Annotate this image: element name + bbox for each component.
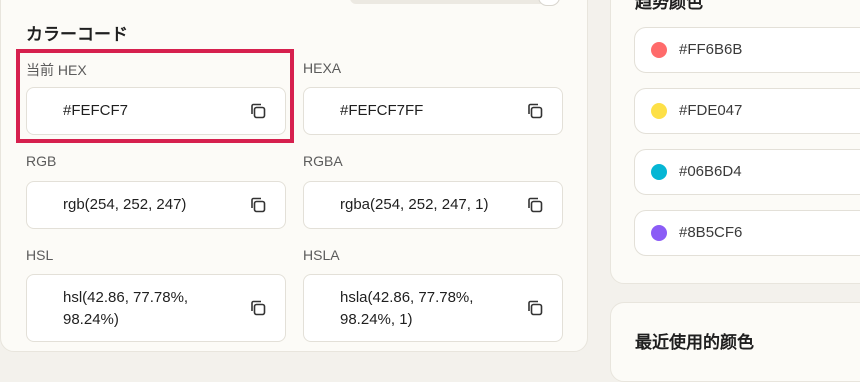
trending-swatch[interactable]: #FF6B6B — [634, 27, 860, 73]
hsla-value-line1: hsla(42.86, 77.78%, — [340, 289, 474, 306]
copy-icon[interactable] — [249, 196, 267, 214]
color-dot — [651, 164, 667, 180]
copy-icon[interactable] — [526, 102, 544, 120]
hsla-field[interactable]: hsla(42.86, 77.78%, 98.24%, 1) — [303, 274, 563, 342]
trending-swatch[interactable]: #06B6D4 — [634, 149, 860, 195]
hsl-label: HSL — [26, 247, 54, 263]
trending-swatch[interactable]: #8B5CF6 — [634, 210, 860, 256]
color-dot — [651, 42, 667, 58]
swatch-hex: #FF6B6B — [679, 41, 743, 58]
rgb-field[interactable]: rgb(254, 252, 247) — [26, 181, 286, 229]
section-title: カラーコード — [26, 25, 128, 44]
hexa-value: #FEFCF7FF — [340, 102, 424, 119]
color-dot — [651, 225, 667, 241]
hsla-value-line2: 98.24%, 1) — [340, 311, 413, 328]
copy-icon[interactable] — [249, 299, 267, 317]
trending-title: 趋势颜色 — [635, 0, 703, 12]
swatch-hex: #06B6D4 — [679, 163, 742, 180]
color-dot — [651, 103, 667, 119]
hexa-label: HEXA — [303, 60, 342, 76]
hsl-value-line2: 98.24%) — [63, 311, 119, 328]
hsl-value-line1: hsl(42.86, 77.78%, — [63, 289, 189, 306]
rgba-label: RGBA — [303, 153, 343, 169]
hsla-label: HSLA — [303, 247, 340, 263]
rgba-value: rgba(254, 252, 247, 1) — [340, 196, 489, 213]
trending-swatch[interactable]: #FDE047 — [634, 88, 860, 134]
copy-icon[interactable] — [526, 196, 544, 214]
highlight-box — [16, 49, 294, 143]
recent-title: 最近使用的颜色 — [635, 333, 754, 352]
hexa-field[interactable]: #FEFCF7FF — [303, 87, 563, 135]
swatch-hex: #FDE047 — [679, 102, 743, 119]
rgba-field[interactable]: rgba(254, 252, 247, 1) — [303, 181, 563, 229]
hsl-field[interactable]: hsl(42.86, 77.78%, 98.24%) — [26, 274, 286, 342]
slider-track[interactable] — [350, 0, 560, 4]
swatch-hex: #8B5CF6 — [679, 224, 743, 241]
rgb-label: RGB — [26, 153, 57, 169]
rgb-value: rgb(254, 252, 247) — [63, 196, 187, 213]
copy-icon[interactable] — [526, 299, 544, 317]
